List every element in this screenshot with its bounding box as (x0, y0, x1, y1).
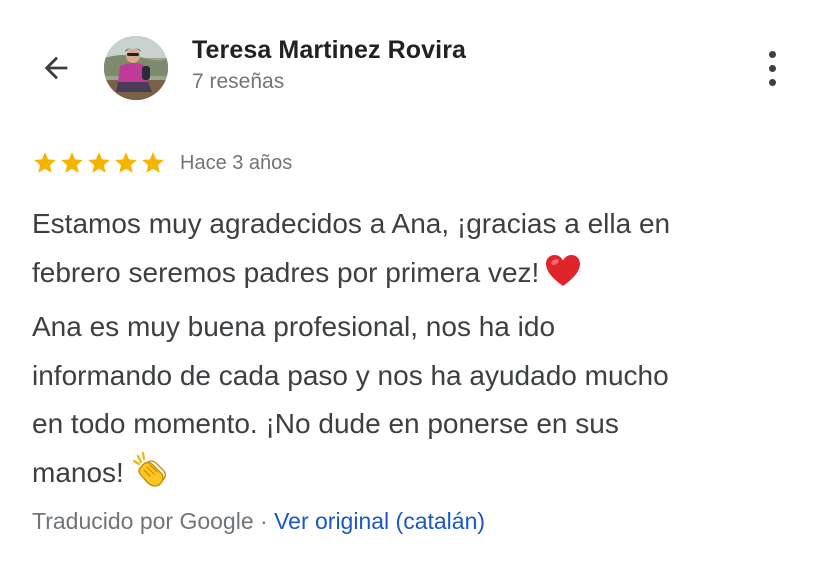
star-icon (61, 152, 83, 173)
review-line: Ana es muy buena profesional, nos ha ido (32, 311, 556, 342)
review-line: en todo momento. ¡No dude en ponerse en … (32, 408, 619, 439)
back-button[interactable] (32, 48, 80, 88)
review-text: Estamos muy agradecidos a Ana, ¡gracias … (32, 200, 802, 503)
reviewer-name[interactable]: Teresa Martinez Rovira (192, 36, 466, 65)
more-vert-icon-dot (768, 50, 776, 58)
star-rating (32, 150, 166, 176)
view-original-link[interactable]: Ver original (catalán) (274, 508, 485, 534)
review-line: Estamos muy agradecidos a Ana, ¡gracias … (32, 208, 671, 239)
clapping-hands-icon (130, 450, 168, 504)
reviewer-header: Teresa Martinez Rovira 7 reseñas (0, 0, 828, 130)
star-icon (34, 152, 56, 173)
more-options-button[interactable] (752, 44, 792, 92)
avatar[interactable] (104, 36, 168, 100)
translation-footer: Traducido por Google · Ver original (cat… (32, 508, 485, 535)
translation-note: Traducido por Google (32, 508, 254, 534)
more-vert-icon-dot (768, 64, 776, 72)
star-icon (142, 152, 164, 173)
review-line: febrero seremos padres por primera vez! (32, 256, 540, 288)
star-icon (88, 152, 110, 173)
more-vert-icon-dot (768, 78, 776, 86)
back-arrow-icon (44, 56, 68, 80)
avatar-photo (104, 36, 168, 100)
reviewer-review-count: 7 reseñas (192, 70, 285, 93)
review-line: informando de cada paso y nos ha ayudado… (32, 359, 669, 391)
red-heart-icon (545, 254, 581, 304)
review-paragraph-2: Ana es muy buena profesional, nos ha ido… (32, 303, 802, 503)
review-time: Hace 3 años (180, 151, 293, 174)
rating-row: Hace 3 años (32, 148, 292, 178)
review-line: manos! (32, 456, 124, 488)
review-paragraph-1: Estamos muy agradecidos a Ana, ¡gracias … (32, 200, 802, 303)
star-icon (115, 152, 137, 173)
separator-dot: · (260, 508, 268, 534)
